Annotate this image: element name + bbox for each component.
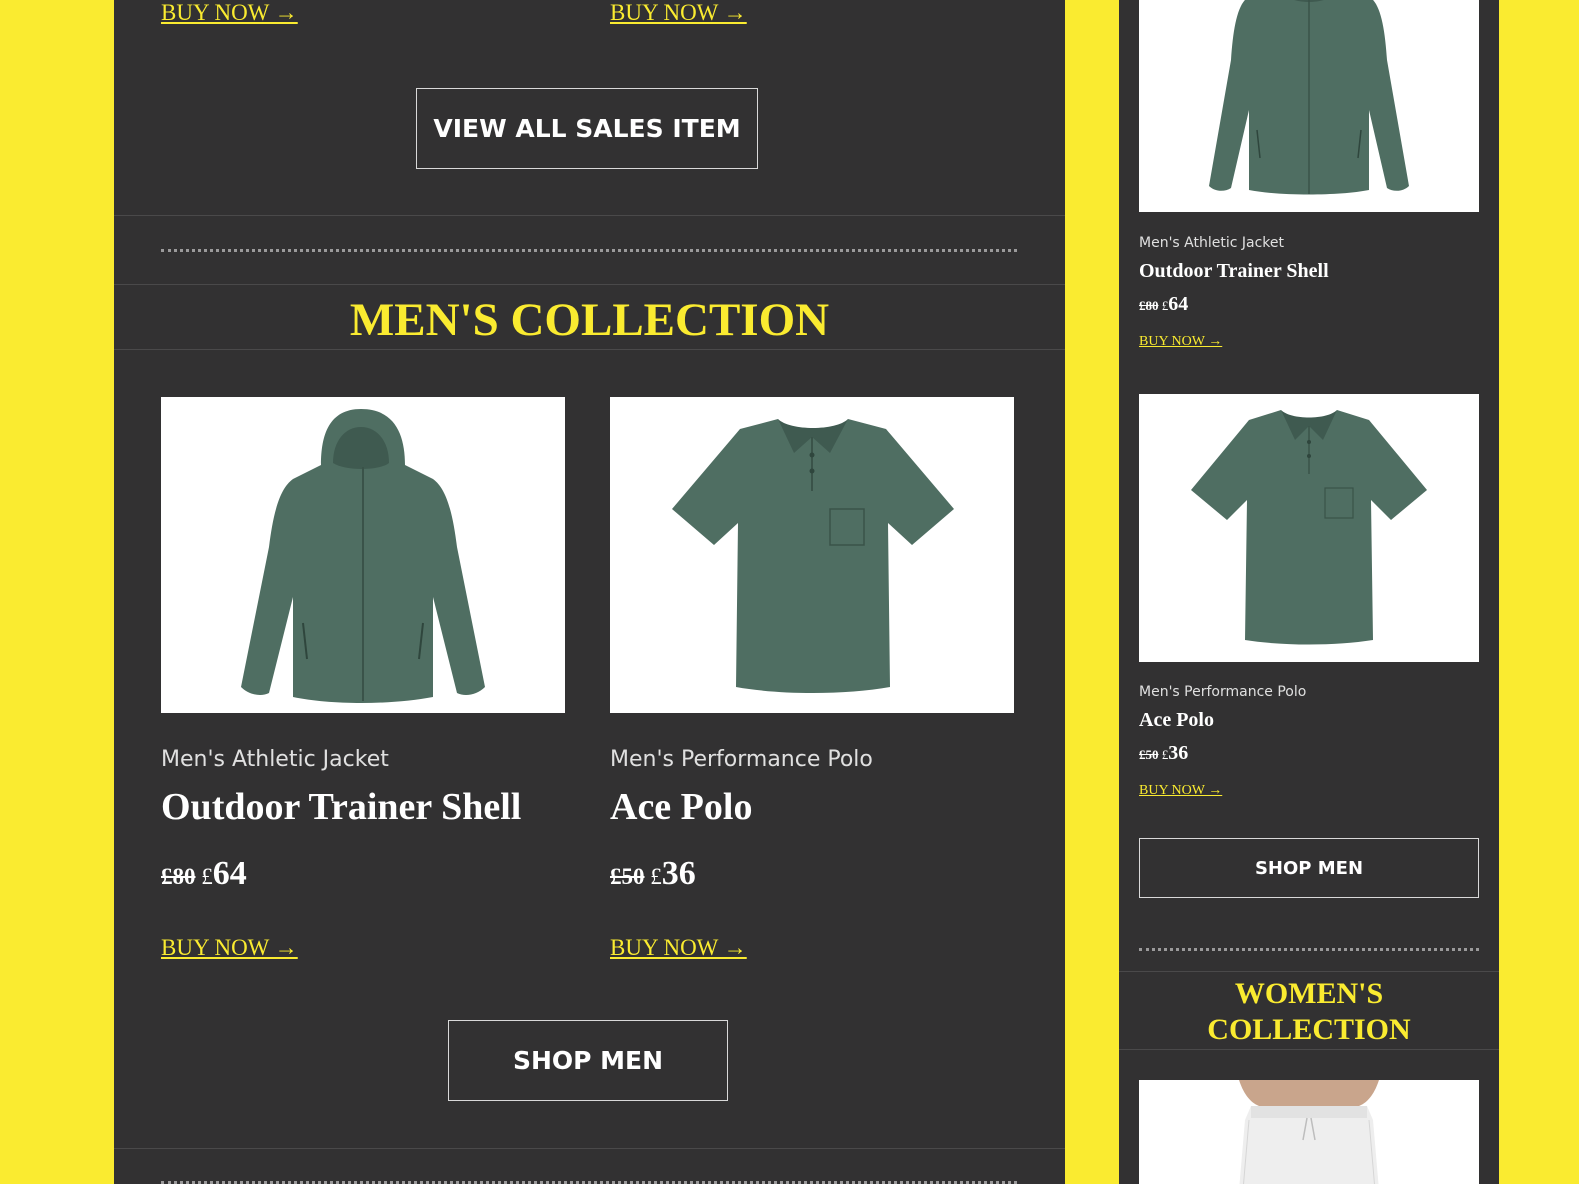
sales-buy-now-link-2[interactable]: BUY NOW →	[610, 0, 747, 26]
product-name[interactable]: Ace Polo	[610, 785, 752, 829]
product-image-womens[interactable]	[1139, 1080, 1479, 1184]
original-price: £80	[1139, 298, 1159, 313]
product-price: £50 £36	[610, 855, 696, 893]
mens-collection-title: MEN'S COLLECTION	[349, 294, 830, 346]
product-name[interactable]: Outdoor Trainer Shell	[1139, 260, 1329, 283]
sale-price: 64	[212, 855, 247, 892]
mobile-email-panel: Men's Athletic Jacket Outdoor Trainer Sh…	[1119, 0, 1499, 1184]
product-category: Men's Athletic Jacket	[1139, 235, 1284, 251]
buy-now-link[interactable]: BUY NOW →	[1139, 334, 1222, 350]
polo-shirt-icon	[672, 419, 954, 693]
dotted-separator	[1139, 948, 1479, 951]
sale-price: 36	[1168, 742, 1189, 764]
divider	[1119, 971, 1499, 972]
jacket-icon	[241, 409, 485, 703]
product-category: Men's Performance Polo	[1139, 684, 1307, 700]
sales-buy-now-link-1[interactable]: BUY NOW →	[161, 0, 298, 26]
view-all-sales-button[interactable]: VIEW ALL SALES ITEM	[416, 88, 758, 169]
shop-men-button[interactable]: SHOP MEN	[448, 1020, 728, 1101]
buy-now-link[interactable]: BUY NOW →	[610, 935, 747, 961]
dotted-separator	[161, 249, 1017, 252]
product-name[interactable]: Outdoor Trainer Shell	[161, 785, 521, 829]
sale-price: 64	[1168, 293, 1189, 315]
original-price: £50	[1139, 747, 1159, 762]
product-category: Men's Athletic Jacket	[161, 747, 389, 772]
buy-now-link[interactable]: BUY NOW →	[161, 935, 298, 961]
divider	[114, 349, 1065, 350]
original-price: £50	[610, 864, 645, 889]
desktop-email-panel: BUY NOW → BUY NOW → VIEW ALL SALES ITEM …	[114, 0, 1065, 1184]
divider	[114, 284, 1065, 285]
divider	[114, 1148, 1065, 1149]
sale-price: 36	[661, 855, 696, 892]
buy-now-link[interactable]: BUY NOW →	[1139, 783, 1222, 799]
product-image-polo[interactable]	[610, 397, 1014, 713]
product-image-polo[interactable]	[1139, 394, 1479, 662]
product-category: Men's Performance Polo	[610, 747, 873, 772]
original-price: £80	[161, 864, 196, 889]
product-image-jacket[interactable]	[1139, 0, 1479, 212]
product-price: £50 £36	[1139, 742, 1188, 765]
shop-men-button[interactable]: SHOP MEN	[1139, 838, 1479, 898]
white-shorts-icon	[1139, 1080, 1479, 1184]
currency-symbol: £	[650, 864, 662, 889]
product-image-jacket[interactable]	[161, 397, 565, 713]
product-name[interactable]: Ace Polo	[1139, 709, 1214, 732]
title-line-1: WOMEN'S	[1234, 977, 1384, 1010]
womens-collection-title: WOMEN'S COLLECTION	[1119, 976, 1499, 1048]
product-price: £80 £64	[161, 855, 247, 893]
title-line-2: COLLECTION	[1207, 1013, 1411, 1046]
divider	[114, 215, 1065, 216]
jacket-icon	[1209, 0, 1409, 195]
divider	[1119, 1049, 1499, 1050]
polo-shirt-icon	[1191, 410, 1427, 645]
product-price: £80 £64	[1139, 293, 1188, 316]
currency-symbol: £	[201, 864, 213, 889]
